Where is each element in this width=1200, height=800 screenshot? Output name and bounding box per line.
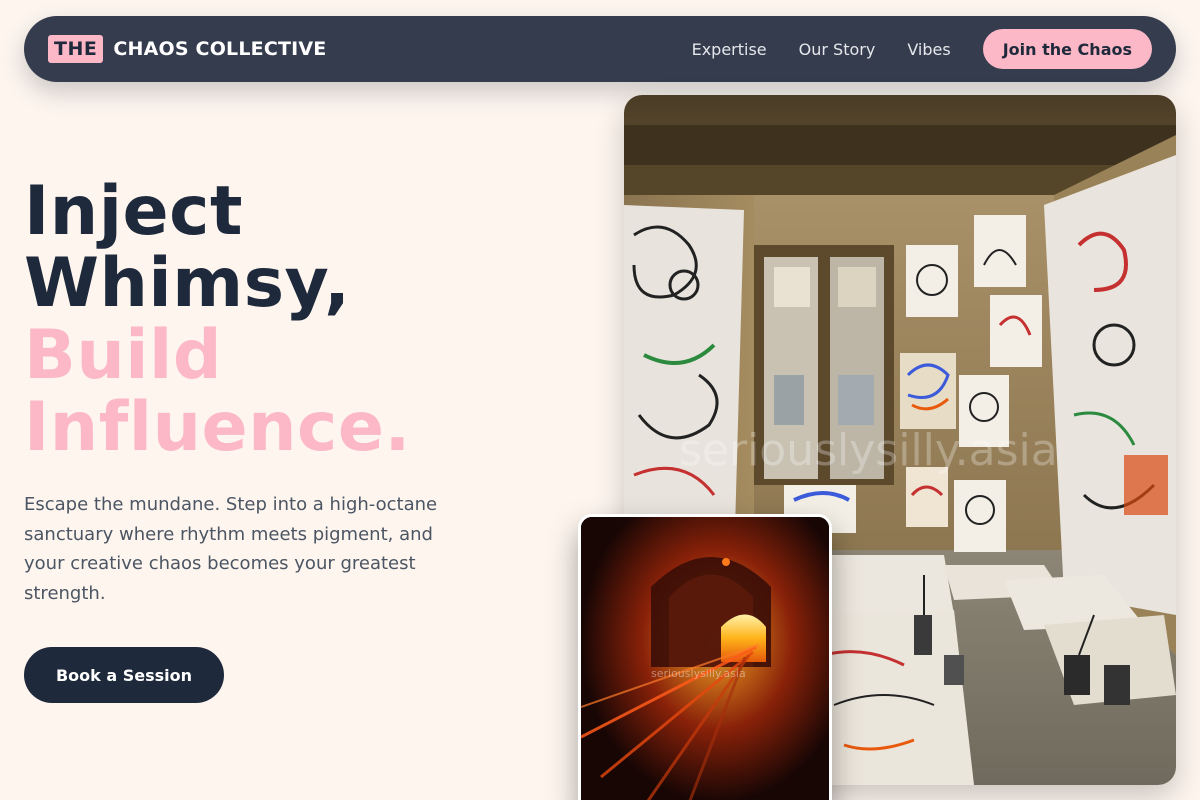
nav-link-our-story[interactable]: Our Story xyxy=(799,40,876,59)
nav-link-vibes[interactable]: Vibes xyxy=(907,40,950,59)
hero-title-line-4: Influence. xyxy=(24,388,411,467)
book-session-button[interactable]: Book a Session xyxy=(24,647,224,703)
hero-title-line-1: Inject xyxy=(24,172,243,251)
hero-title-line-3: Build xyxy=(24,316,223,395)
secondary-image-watermark: seriouslysilly.asia xyxy=(651,667,746,680)
furnace-photo: seriouslysilly.asia xyxy=(578,514,832,800)
hero-title-line-2: Whimsy, xyxy=(24,244,351,323)
join-button[interactable]: Join the Chaos xyxy=(982,29,1152,69)
top-navigation-bar: THE CHAOS COLLECTIVE Expertise Our Story… xyxy=(24,16,1176,82)
main-image-watermark: seriouslysilly.asia xyxy=(679,425,1058,476)
nav-link-expertise[interactable]: Expertise xyxy=(692,40,767,59)
logo-text: CHAOS COLLECTIVE xyxy=(113,38,327,60)
brand-logo[interactable]: THE CHAOS COLLECTIVE xyxy=(48,35,327,63)
hero-description: Escape the mundane. Step into a high-oct… xyxy=(24,494,438,604)
logo-badge: THE xyxy=(48,35,104,63)
nav-links: Expertise Our Story Vibes xyxy=(692,40,951,59)
hero-title: Inject Whimsy, Build Influence. xyxy=(24,176,411,464)
